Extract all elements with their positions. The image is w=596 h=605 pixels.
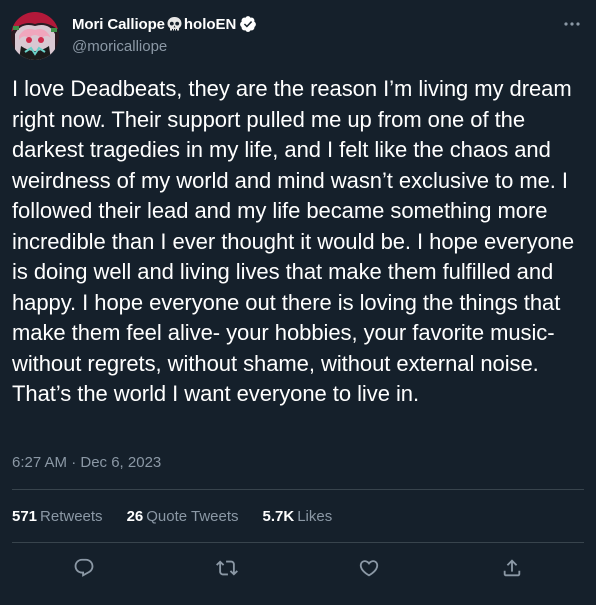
retweets-label: Retweets [40,508,103,525]
likes-count: 5.7K [262,508,295,525]
retweets-count: 571 [12,508,38,525]
retweet-icon [216,560,238,576]
share-button[interactable] [498,554,526,582]
tweet-card: Mori Calliope holoEN @moricalliope I lov… [0,0,596,605]
author-name-row[interactable]: Mori Calliope holoEN [72,14,257,34]
divider [12,542,584,543]
verified-badge-icon [239,15,257,33]
tweet-timestamp[interactable]: 6:27 AM · Dec 6, 2023 [12,454,161,471]
tweet-stats: 571 Retweets 26 Quote Tweets 5.7K Likes [12,508,356,525]
author-display-name[interactable]: Mori Calliope [72,16,165,33]
quote-tweets-label: Quote Tweets [146,508,239,525]
quote-tweets-count: 26 [126,508,144,525]
skull-emoji-icon [166,16,183,33]
heart-icon [359,560,379,577]
divider [12,489,584,490]
tweet-actions [0,554,596,582]
retweet-button[interactable] [213,554,241,582]
author-handle[interactable]: @moricalliope [72,38,167,55]
reply-button[interactable] [70,554,98,582]
author-name-suffix[interactable]: holoEN [184,16,237,33]
tweet-text: I love Deadbeats, they are the reason I’… [12,76,575,406]
reply-icon [74,558,94,577]
quote-tweets-stat[interactable]: 26 Quote Tweets [127,508,239,525]
avatar[interactable] [11,12,59,60]
likes-label: Likes [297,508,333,525]
likes-stat[interactable]: 5.7K Likes [263,508,333,525]
more-horizontal-icon[interactable] [562,14,582,34]
retweets-stat[interactable]: 571 Retweets [12,508,103,525]
share-icon [503,559,521,577]
like-button[interactable] [355,554,383,582]
